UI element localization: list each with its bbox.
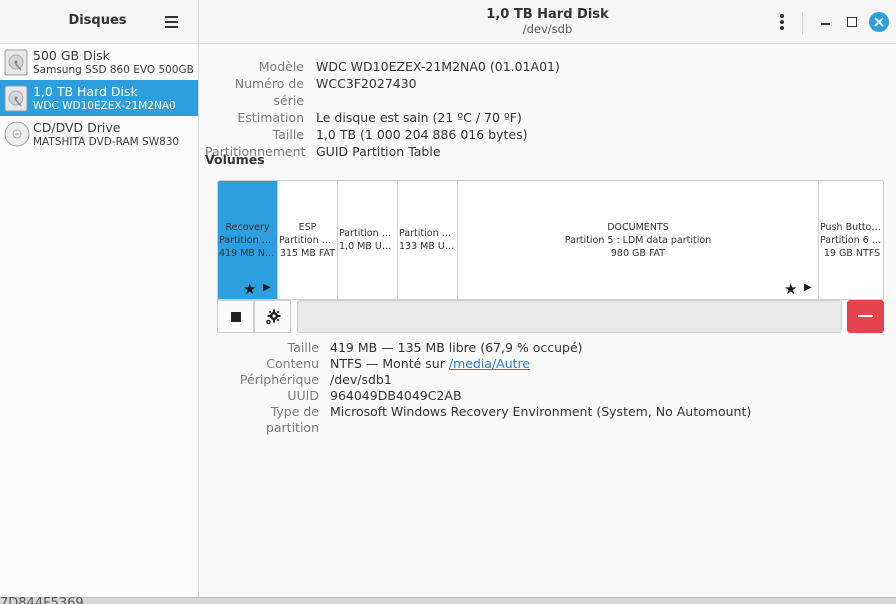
partition-4-block[interactable]: Partition 4 : ... 133 MB Unk...	[398, 181, 458, 299]
detail-label: Taille	[287, 340, 319, 355]
detail-label: Périphérique	[239, 372, 319, 387]
volumes-heading: Volumes	[205, 152, 265, 167]
partition-label: Recovery Partition 1 : ... 419 MB NTFS	[218, 221, 277, 260]
toolbar-spacer	[297, 300, 842, 333]
info-value: Le disque est sain (21 ºC / 70 ºF)	[316, 110, 522, 125]
stop-button[interactable]	[217, 300, 254, 333]
partition-5-block[interactable]: DOCUMENTS Partition 5 : LDM data partiti…	[458, 181, 819, 299]
detail-row-content: Contenu NTFS — Monté sur /media/Autre	[217, 356, 751, 372]
partition-label: DOCUMENTS Partition 5 : LDM data partiti…	[458, 221, 818, 260]
partition-size: 419 MB NTFS	[219, 248, 276, 259]
hamburger-menu-icon[interactable]	[163, 13, 181, 29]
partition-number: Partition 4 : ...	[399, 228, 456, 239]
page-subtitle: /dev/sdb	[522, 22, 573, 36]
partition-name: DOCUMENTS	[607, 222, 669, 233]
partition-name: Recovery	[225, 222, 270, 233]
partition-size: 315 MB FAT	[279, 248, 336, 259]
volumes-map: Recovery Partition 1 : ... 419 MB NTFS ★…	[217, 180, 884, 300]
kebab-menu-icon[interactable]	[774, 12, 790, 32]
sidebar: Disques 500 GB Disk Samsung SSD 860 EVO …	[0, 0, 199, 597]
detail-label: Type de partition	[265, 404, 319, 435]
background-window-text: 7D844F5369	[0, 596, 84, 604]
disk-item-cd-dvd[interactable]: CD/DVD Drive MATSHITA DVD-RAM SW830	[0, 116, 198, 152]
detail-row-device: Périphérique /dev/sdb1	[217, 372, 751, 388]
detail-row-partition-type: Type de partition Microsoft Windows Reco…	[217, 404, 751, 436]
partition-label: Partition 3 : ... 1,0 MB Unk...	[338, 227, 397, 253]
info-value: GUID Partition Table	[316, 144, 441, 159]
partition-name: ESP	[298, 222, 317, 233]
info-label: Estimation	[237, 110, 304, 125]
disk-item-500gb[interactable]: 500 GB Disk Samsung SSD 860 EVO 500GB	[0, 44, 198, 80]
detail-label: UUID	[287, 388, 319, 403]
detail-row-size: Taille 419 MB — 135 MB libre (67,9 % occ…	[217, 340, 751, 356]
partition-label: Push Button ... Partition 6 : B... 19 GB…	[819, 221, 884, 260]
detail-label: Contenu	[266, 356, 319, 371]
partition-size: 1,0 MB Unk...	[339, 241, 396, 252]
close-icon	[874, 17, 884, 27]
disks-window: Disques 500 GB Disk Samsung SSD 860 EVO …	[0, 0, 896, 598]
header-bar: 1,0 TB Hard Disk /dev/sdb	[199, 0, 896, 44]
info-row-serial: Numéro de série WCC3F2027430	[205, 75, 560, 109]
disk-name: 500 GB Disk	[33, 48, 110, 63]
partition-size: 980 GB FAT	[610, 248, 666, 259]
settings-button[interactable]	[254, 300, 291, 333]
maximize-icon[interactable]	[842, 12, 862, 32]
mount-point-link[interactable]: /media/Autre	[449, 356, 530, 371]
partition-label: ESP Partition 2 : ... 315 MB FAT	[278, 221, 337, 260]
play-icon: ▶	[263, 282, 271, 293]
partition-number: Partition 1 : ...	[219, 235, 276, 246]
partition-name: Push Button ...	[820, 222, 884, 233]
info-label: Taille	[272, 127, 304, 142]
disk-name: 1,0 TB Hard Disk	[33, 84, 138, 99]
info-row-model: Modèle WDC WD10EZEX-21M2NA0 (01.01A01)	[205, 58, 560, 75]
partition-label: Partition 4 : ... 133 MB Unk...	[398, 227, 457, 253]
disk-model: Samsung SSD 860 EVO 500GB	[33, 64, 194, 76]
info-label: Numéro de série	[234, 76, 304, 108]
gears-icon	[266, 309, 281, 325]
content-text: NTFS — Monté sur	[330, 356, 449, 371]
detail-value: /dev/sdb1	[330, 372, 392, 387]
disk-info: Modèle WDC WD10EZEX-21M2NA0 (01.01A01) N…	[205, 58, 560, 160]
disk-model: MATSHITA DVD-RAM SW830	[33, 136, 180, 148]
hard-disk-icon	[4, 85, 28, 112]
info-row-size: Taille 1,0 TB (1 000 204 886 016 bytes)	[205, 126, 560, 143]
disk-name: CD/DVD Drive	[33, 120, 121, 135]
partition-size: 133 MB Unk...	[399, 241, 456, 252]
star-icon: ★	[243, 280, 257, 298]
info-row-assessment: Estimation Le disque est sain (21 ºC / 7…	[205, 109, 560, 126]
info-label: Modèle	[258, 59, 304, 74]
delete-partition-button[interactable]	[847, 300, 884, 333]
detail-row-uuid: UUID 964049DB4049C2AB	[217, 388, 751, 404]
partition-2-block[interactable]: ESP Partition 2 : ... 315 MB FAT	[278, 181, 338, 299]
detail-value: 964049DB4049C2AB	[330, 388, 462, 403]
hard-disk-icon	[4, 49, 28, 76]
info-value: WCC3F2027430	[316, 76, 417, 91]
page-title: 1,0 TB Hard Disk	[486, 7, 609, 22]
optical-disc-icon	[4, 121, 30, 147]
detail-value: NTFS — Monté sur /media/Autre	[330, 356, 530, 372]
header-divider	[802, 12, 803, 34]
partition-number: Partition 2 : ...	[279, 235, 336, 246]
partition-6-block[interactable]: Push Button ... Partition 6 : B... 19 GB…	[819, 181, 884, 299]
detail-value: Microsoft Windows Recovery Environment (…	[330, 404, 752, 419]
info-value: WDC WD10EZEX-21M2NA0 (01.01A01)	[316, 59, 560, 74]
sidebar-header: Disques	[0, 0, 198, 44]
star-icon: ★	[784, 280, 798, 298]
partition-number: Partition 3 : ...	[339, 228, 396, 239]
partition-number: Partition 5 : LDM data partition	[564, 235, 712, 246]
partition-details: Taille 419 MB — 135 MB libre (67,9 % occ…	[217, 340, 751, 436]
partition-3-block[interactable]: Partition 3 : ... 1,0 MB Unk...	[338, 181, 398, 299]
detail-value: 419 MB — 135 MB libre (67,9 % occupé)	[330, 340, 583, 355]
partition-1-block[interactable]: Recovery Partition 1 : ... 419 MB NTFS ★…	[218, 181, 278, 299]
partition-number: Partition 6 : B...	[820, 235, 884, 246]
play-icon: ▶	[804, 282, 812, 293]
close-button[interactable]	[869, 12, 889, 32]
info-value: 1,0 TB (1 000 204 886 016 bytes)	[316, 127, 528, 142]
disk-item-1tb[interactable]: 1,0 TB Hard Disk WDC WD10EZEX-21M2NA0	[0, 80, 198, 116]
minimize-icon[interactable]	[816, 12, 836, 32]
partition-size: 19 GB NTFS	[823, 248, 881, 259]
disk-model: WDC WD10EZEX-21M2NA0	[33, 100, 176, 112]
